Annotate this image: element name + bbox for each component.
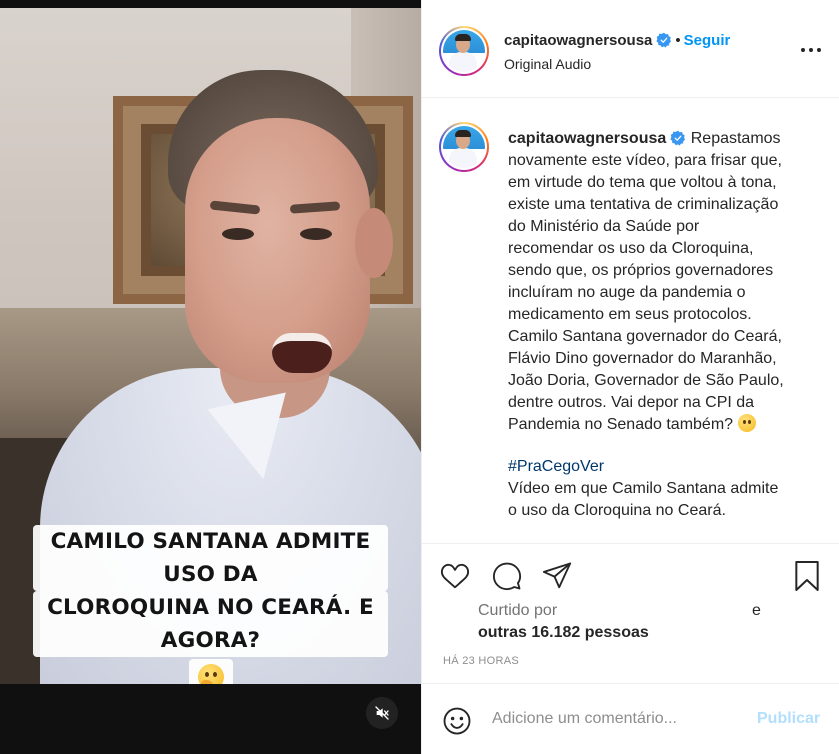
paper-plane-icon: [542, 562, 572, 589]
speaker-muted-icon: [375, 706, 389, 720]
video-caption: CAMILO SANTANA ADMITE USO DA CLOROQUINA …: [33, 525, 388, 684]
caption-username-link[interactable]: capitaowagnersousa: [508, 130, 666, 147]
follow-button[interactable]: Seguir: [684, 32, 731, 49]
thinking-face-icon: [737, 414, 756, 432]
caption-alt-text: Vídeo em que Camilo Santana admite o uso…: [508, 480, 779, 519]
comment-bubble-icon: [492, 562, 522, 591]
verified-badge-icon: [670, 130, 686, 146]
verified-badge-icon: [656, 32, 672, 48]
post-details-panel: capitaowagnersousa • Seguir Original Audi…: [421, 0, 839, 754]
post-header: capitaowagnersousa • Seguir Original Audi…: [422, 0, 839, 98]
avatar[interactable]: [439, 122, 489, 172]
smiley-icon: [443, 707, 471, 735]
audio-link[interactable]: Original Audio: [504, 56, 591, 72]
like-button[interactable]: [438, 559, 472, 593]
video-caption-line-1: CAMILO SANTANA ADMITE USO DA: [33, 525, 388, 591]
liked-by-connector: e: [752, 602, 761, 619]
hashtag-link[interactable]: #PraCegoVer: [508, 456, 826, 478]
likes-summary: Curtido por e outras 16.182 pessoas: [478, 600, 761, 644]
more-options-icon[interactable]: [798, 38, 824, 62]
thinking-face-icon: [197, 664, 224, 684]
comments-section: capitaowagnersousa Repastamos novamente …: [422, 98, 839, 544]
post-timestamp[interactable]: HÁ 23 HORAS: [443, 655, 519, 667]
bookmark-icon: [795, 561, 819, 591]
separator-dot: •: [675, 32, 681, 49]
post-caption: capitaowagnersousa Repastamos novamente …: [508, 128, 826, 522]
comment-button[interactable]: [490, 559, 524, 593]
others-count-link[interactable]: outras 16.182 pessoas: [478, 622, 649, 644]
mute-toggle-button[interactable]: [366, 697, 398, 729]
comment-input[interactable]: [492, 706, 752, 732]
add-comment-bar: Publicar: [422, 683, 839, 754]
action-bar: [422, 545, 839, 605]
avatar[interactable]: [439, 26, 489, 76]
heart-icon: [440, 563, 470, 589]
post-comment-button[interactable]: Publicar: [757, 710, 820, 728]
emoji-picker-button[interactable]: [442, 706, 472, 736]
share-button[interactable]: [540, 559, 574, 593]
liked-by-label: Curtido por: [478, 602, 558, 619]
video-frame: CAMILO SANTANA ADMITE USO DA CLOROQUINA …: [0, 8, 421, 684]
video-player[interactable]: CAMILO SANTANA ADMITE USO DA CLOROQUINA …: [0, 0, 421, 754]
caption-text: Repastamos novamente este vídeo, para fr…: [508, 130, 784, 433]
header-username-link[interactable]: capitaowagnersousa: [504, 32, 652, 49]
save-button[interactable]: [790, 559, 824, 593]
video-caption-line-2: CLOROQUINA NO CEARÁ. E AGORA?: [33, 591, 388, 657]
